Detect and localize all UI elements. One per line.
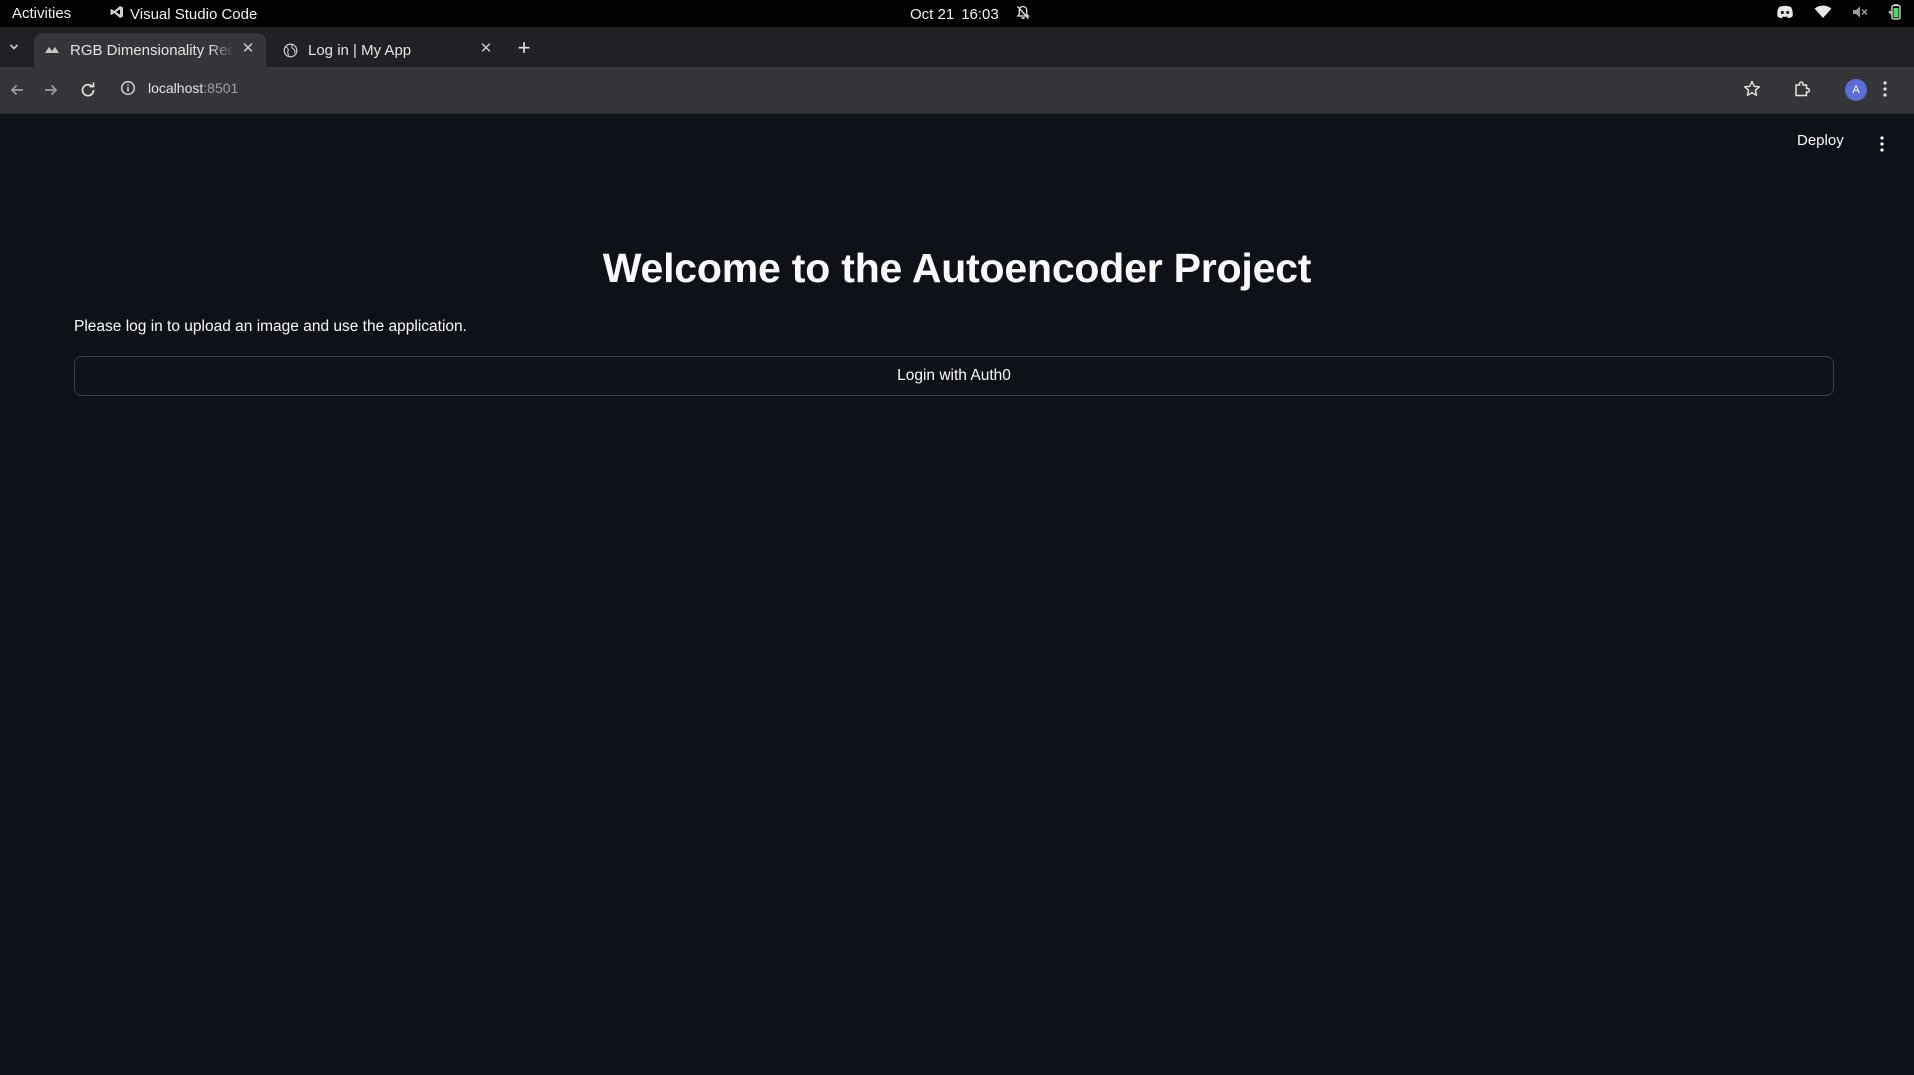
- wifi-icon[interactable]: [1814, 5, 1832, 19]
- login-with-auth0-button[interactable]: Login with Auth0: [74, 356, 1834, 396]
- clock-time: 16:03: [961, 6, 999, 23]
- globe-favicon-icon: [282, 42, 298, 58]
- url-port: :8501: [203, 80, 239, 96]
- extensions-puzzle-icon[interactable]: [1792, 79, 1812, 101]
- site-info-icon[interactable]: [120, 80, 136, 96]
- discord-icon[interactable]: [1776, 5, 1794, 19]
- activities-button[interactable]: Activities: [12, 5, 71, 22]
- tab-log-in[interactable]: Log in | My App ✕: [272, 33, 504, 67]
- vscode-icon: [110, 5, 124, 23]
- tab-title: Log in | My App: [308, 41, 412, 59]
- bookmark-star-icon[interactable]: [1742, 79, 1762, 101]
- browser-menu-icon[interactable]: [1882, 79, 1888, 101]
- tab-search-button[interactable]: [4, 37, 24, 57]
- close-tab-icon[interactable]: ✕: [240, 41, 256, 57]
- app-name: Visual Studio Code: [130, 5, 258, 23]
- deploy-button[interactable]: Deploy: [1797, 132, 1844, 149]
- clock[interactable]: Oct 21 16:03: [910, 5, 1030, 24]
- page-title: Welcome to the Autoencoder Project: [602, 245, 1312, 291]
- login-instructions: Please log in to upload an image and use…: [74, 318, 467, 335]
- new-tab-plus-icon[interactable]: +: [514, 37, 534, 59]
- system-top-bar: Activities Visual Studio Code Oct 21 16:…: [0, 0, 1914, 27]
- volume-muted-icon[interactable]: [1852, 5, 1868, 19]
- tab-title: RGB Dimensionality Reduction: [70, 41, 234, 59]
- back-arrow-icon[interactable]: [6, 79, 28, 101]
- battery-charging-icon[interactable]: [1888, 4, 1902, 20]
- tab-rgb-dimensionality[interactable]: RGB Dimensionality Reduction ✕: [34, 33, 266, 67]
- close-tab-icon[interactable]: ✕: [478, 41, 494, 57]
- system-tray[interactable]: [1776, 4, 1902, 20]
- url-host: localhost: [148, 80, 204, 96]
- address-bar[interactable]: localhost:8501: [120, 80, 238, 96]
- notifications-muted-icon: [1016, 5, 1030, 24]
- reload-icon[interactable]: [77, 79, 99, 101]
- app-menu-kebab-icon[interactable]: [1874, 134, 1890, 154]
- tab-strip: RGB Dimensionality Reduction ✕ Log in | …: [0, 27, 1914, 67]
- forward-arrow-icon[interactable]: [40, 79, 62, 101]
- profile-avatar[interactable]: A: [1845, 79, 1867, 101]
- clock-date: Oct 21: [910, 6, 955, 23]
- streamlit-favicon-icon: [44, 42, 60, 58]
- browser-toolbar: localhost:8501: [0, 67, 1914, 114]
- app-menu[interactable]: Visual Studio Code: [110, 5, 257, 23]
